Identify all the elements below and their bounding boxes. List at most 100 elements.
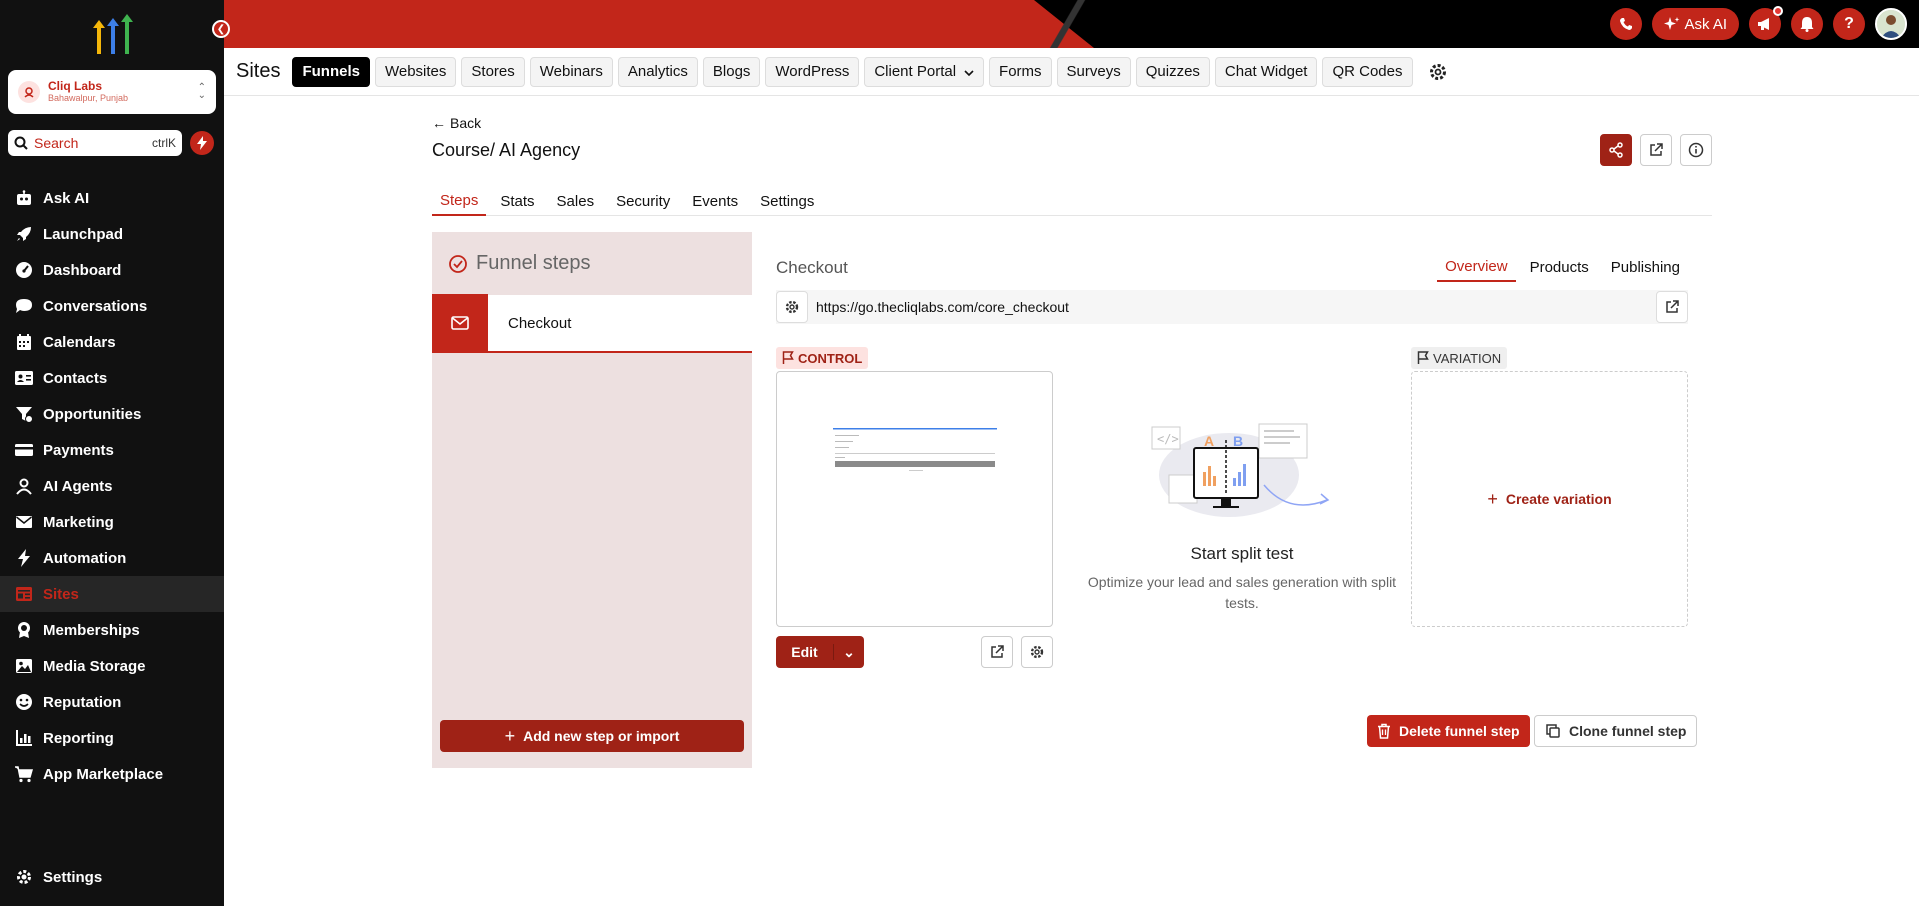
sidebar-item-label: Opportunities	[43, 405, 142, 423]
delete-step-button[interactable]: Delete funnel step	[1367, 715, 1530, 747]
tab-webinars[interactable]: Webinars	[529, 56, 613, 87]
tab-security[interactable]: Security	[608, 186, 678, 216]
gauge-icon	[14, 260, 34, 280]
gear-icon	[1030, 645, 1044, 659]
preview-settings-button[interactable]	[1021, 636, 1053, 668]
sidebar-item-reputation[interactable]: Reputation	[0, 684, 224, 720]
url-settings-button[interactable]	[776, 291, 808, 323]
sidebar-item-label: Memberships	[43, 621, 140, 639]
sidebar-item-contacts[interactable]: Contacts	[0, 360, 224, 396]
tab-forms[interactable]: Forms	[989, 56, 1052, 87]
page-thumbnail	[833, 428, 997, 471]
location-switcher[interactable]: Cliq Labs Bahawalpur, Punjab ⌃ ⌄	[8, 70, 216, 114]
edit-page-button[interactable]: Edit ⌄	[776, 636, 864, 668]
tab-label: Chat Widget	[1224, 63, 1308, 80]
funnel-step-label: Checkout	[508, 314, 572, 332]
clone-step-button[interactable]: Clone funnel step	[1534, 715, 1698, 747]
tab-events[interactable]: Events	[684, 186, 746, 216]
chevron-updown-icon: ⌃ ⌄	[197, 82, 206, 101]
help-button[interactable]: ?	[1833, 8, 1865, 40]
image-icon	[14, 656, 34, 676]
info-button[interactable]	[1680, 134, 1712, 166]
bolt-icon	[14, 548, 34, 568]
create-variation-area[interactable]: + Create variation	[1411, 371, 1688, 627]
tab-label: Client Portal	[874, 63, 957, 80]
tab-blogs[interactable]: Blogs	[702, 56, 761, 87]
sidebar-item-settings[interactable]: Settings	[0, 859, 224, 895]
tab-funnels[interactable]: Funnels	[292, 56, 370, 87]
sidebar-item-conversations[interactable]: Conversations	[0, 288, 224, 324]
tab-overview[interactable]: Overview	[1437, 252, 1516, 282]
open-external-button[interactable]	[1640, 134, 1672, 166]
tab-quizzes[interactable]: Quizzes	[1135, 56, 1210, 87]
sidebar-item-automation[interactable]: Automation	[0, 540, 224, 576]
tab-client-portal[interactable]: Client Portal	[864, 56, 985, 87]
chart-icon	[14, 728, 34, 748]
sidebar-item-marketing[interactable]: Marketing	[0, 504, 224, 540]
back-link[interactable]: ← Back	[432, 115, 481, 131]
tab-label: Analytics	[627, 63, 688, 80]
gear-icon	[14, 867, 34, 887]
calendar-icon	[14, 332, 34, 352]
notifications-button[interactable]	[1791, 8, 1823, 40]
announcements-button[interactable]	[1749, 6, 1783, 40]
tab-qr-codes[interactable]: QR Codes	[1322, 56, 1413, 87]
control-page-preview[interactable]	[776, 371, 1053, 627]
sidebar-item-payments[interactable]: Payments	[0, 432, 224, 468]
tab-stores[interactable]: Stores	[461, 56, 525, 87]
tab-label: Webinars	[539, 63, 603, 80]
sidebar-item-app-marketplace[interactable]: App Marketplace	[0, 756, 224, 792]
split-test-description: Optimize your lead and sales generation …	[1087, 574, 1397, 611]
tab-websites[interactable]: Websites	[374, 56, 457, 87]
tab-surveys[interactable]: Surveys	[1056, 56, 1131, 87]
add-step-button[interactable]: + Add new step or import	[440, 720, 744, 752]
tab-label: Funnels	[302, 63, 360, 80]
share-icon	[1609, 142, 1623, 158]
sidebar-item-ai-agents[interactable]: AI Agents	[0, 468, 224, 504]
tab-stats[interactable]: Stats	[492, 186, 542, 216]
mail-icon	[14, 512, 34, 532]
collapse-sidebar-button[interactable]: ❮	[212, 20, 230, 38]
funnel-step-item[interactable]: Checkout	[432, 294, 752, 353]
chevron-down-icon[interactable]: ⌄	[834, 644, 864, 661]
open-url-button[interactable]	[1656, 291, 1688, 323]
ask-ai-button[interactable]: Ask AI	[1652, 8, 1739, 40]
sidebar-item-opportunities[interactable]: Opportunities	[0, 396, 224, 432]
search-placeholder: Search	[34, 135, 79, 151]
variation-badge: VARIATION	[1411, 347, 1508, 369]
tab-settings[interactable]: Settings	[752, 186, 822, 216]
sidebar-nav: Ask AI Launchpad Dashboard Conversations Cal…	[0, 180, 224, 792]
external-link-icon	[1650, 143, 1663, 156]
brand-logo	[93, 14, 133, 54]
share-button[interactable]	[1600, 134, 1632, 166]
tab-analytics[interactable]: Analytics	[617, 56, 698, 87]
sidebar-item-calendars[interactable]: Calendars	[0, 324, 224, 360]
tab-publishing[interactable]: Publishing	[1603, 252, 1688, 282]
sidebar-item-label: Sites	[43, 585, 79, 603]
bell-icon	[1800, 17, 1814, 32]
step-url[interactable]: https://go.thecliqlabs.com/core_checkout	[816, 299, 1656, 315]
sidebar-item-ask-ai[interactable]: Ask AI	[0, 180, 224, 216]
account-name: Cliq Labs	[48, 79, 103, 94]
sidebar-item-launchpad[interactable]: Launchpad	[0, 216, 224, 252]
sidebar-item-media-storage[interactable]: Media Storage	[0, 648, 224, 684]
tab-steps[interactable]: Steps	[432, 186, 487, 216]
search-input[interactable]: Search ctrlK	[8, 130, 182, 156]
step-title: Checkout	[776, 258, 848, 277]
sidebar-item-sites[interactable]: Sites	[0, 576, 224, 612]
tab-chat-widget[interactable]: Chat Widget	[1214, 56, 1318, 87]
tab-label: Stores	[471, 63, 515, 80]
preview-external-button[interactable]	[981, 636, 1013, 668]
user-avatar[interactable]	[1875, 8, 1907, 40]
quick-actions-button[interactable]	[190, 131, 214, 155]
tab-sales[interactable]: Sales	[549, 186, 603, 216]
sidebar-item-dashboard[interactable]: Dashboard	[0, 252, 224, 288]
sidebar-item-reporting[interactable]: Reporting	[0, 720, 224, 756]
sidebar-item-memberships[interactable]: Memberships	[0, 612, 224, 648]
phone-button[interactable]	[1610, 8, 1643, 40]
tab-products[interactable]: Products	[1522, 252, 1597, 282]
sidebar-item-label: Media Storage	[43, 657, 146, 675]
chat-icon	[14, 296, 34, 316]
tab-wordpress[interactable]: WordPress	[765, 56, 860, 87]
sites-settings-button[interactable]	[1426, 60, 1450, 84]
